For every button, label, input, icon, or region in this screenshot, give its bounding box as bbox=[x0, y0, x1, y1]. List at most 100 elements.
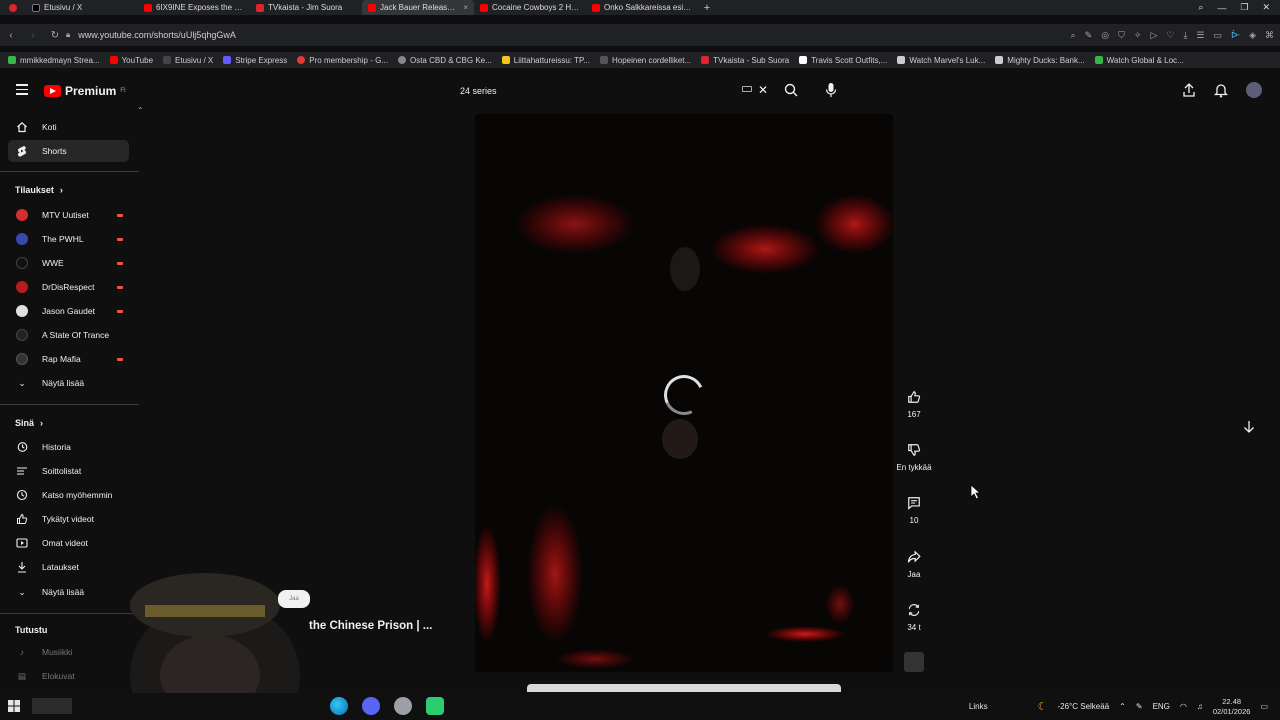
mouse-cursor-icon bbox=[970, 484, 982, 500]
account-avatar[interactable] bbox=[1246, 82, 1262, 98]
keyboard-icon[interactable] bbox=[742, 86, 752, 92]
url-field[interactable]: www.youtube.com/shorts/uUlj5qhgGwA bbox=[78, 30, 236, 40]
comments-button[interactable]: 10 bbox=[896, 496, 932, 525]
browser-tab[interactable]: Onko Salkkareissa esiinty... bbox=[586, 0, 698, 15]
subscription-item[interactable]: Rap Mafia bbox=[8, 348, 129, 370]
sidebar-item-history[interactable]: Historia bbox=[8, 436, 129, 458]
pen-icon[interactable]: ✎ bbox=[1136, 702, 1143, 711]
close-window-button[interactable]: ✕ bbox=[1262, 2, 1270, 13]
microphone-icon[interactable] bbox=[824, 82, 838, 98]
you-heading[interactable]: Sinä › bbox=[15, 418, 43, 428]
subscription-item[interactable]: Jason Gaudet bbox=[8, 300, 129, 322]
close-icon[interactable]: × bbox=[463, 3, 468, 12]
share-button[interactable]: Jaa bbox=[896, 550, 932, 579]
menu-lines-icon[interactable]: ☰ bbox=[1196, 30, 1204, 41]
clock[interactable]: 22.48 02/01/2026 bbox=[1213, 697, 1251, 717]
bookmark[interactable]: Stripe Express bbox=[223, 56, 287, 65]
window-controls: ⌕ — ❐ ✕ bbox=[1198, 0, 1280, 15]
browser-tab[interactable]: Cocaine Cowboys 2 Hustlin... bbox=[474, 0, 586, 15]
search-box[interactable] bbox=[32, 698, 72, 714]
discord-icon[interactable] bbox=[362, 697, 380, 715]
vpn-icon[interactable]: ᐕ bbox=[1231, 30, 1240, 41]
browser-tab-active[interactable]: Jack Bauer Released fr... × bbox=[362, 0, 474, 15]
video-progress-bar[interactable] bbox=[527, 684, 841, 692]
new-tab-button[interactable]: + bbox=[698, 2, 716, 14]
bookmark[interactable]: YouTube bbox=[109, 56, 153, 65]
browser-tab[interactable]: Etusivu / X bbox=[26, 0, 138, 15]
subscription-item[interactable]: The PWHL bbox=[8, 228, 129, 250]
bookmark[interactable]: Mighty Ducks: Bank... bbox=[995, 56, 1085, 65]
like-button[interactable]: 167 bbox=[896, 390, 932, 419]
links-toolbar[interactable]: Links bbox=[969, 702, 988, 711]
bookmark[interactable]: Hopeinen cordelliket... bbox=[600, 56, 691, 65]
volume-icon[interactable]: ♫ bbox=[1197, 702, 1203, 711]
subscription-item[interactable]: A State Of Trance bbox=[8, 324, 129, 346]
shorts-video-player[interactable] bbox=[475, 114, 893, 672]
restore-button[interactable]: ❐ bbox=[1240, 2, 1248, 13]
bookmark[interactable]: Watch Marvel's Luk... bbox=[897, 56, 985, 65]
streaming-app-icon[interactable] bbox=[426, 697, 444, 715]
bookmark[interactable]: Watch Global & Loc... bbox=[1094, 56, 1184, 65]
back-button[interactable]: ‹ bbox=[0, 30, 22, 41]
shield-icon[interactable]: ⛉ bbox=[1118, 30, 1125, 41]
bookmark-label: Etusivu / X bbox=[175, 55, 214, 65]
search-icon[interactable] bbox=[784, 83, 798, 97]
sidebar-item-my-videos[interactable]: Omat videot bbox=[8, 532, 129, 554]
arrow-down-icon[interactable] bbox=[1240, 418, 1258, 436]
subscriptions-heading[interactable]: Tilaukset › bbox=[15, 185, 63, 195]
bookmark[interactable]: Pro membership - G... bbox=[297, 56, 388, 65]
sidebar-item-shorts[interactable]: Shorts bbox=[8, 140, 129, 162]
download-icon[interactable]: ⤓ bbox=[1183, 30, 1187, 41]
wifi-icon[interactable]: ◠ bbox=[1180, 702, 1187, 711]
notification-icon[interactable]: ▭ bbox=[1260, 702, 1268, 711]
browser-tab[interactable]: TVkaista - Jim Suora bbox=[250, 0, 362, 15]
sound-thumbnail[interactable] bbox=[904, 652, 924, 672]
bookmark[interactable]: mmikkedmayn Strea... bbox=[8, 56, 100, 65]
extension-icon[interactable]: ✧ bbox=[1134, 30, 1142, 41]
show-more-subscriptions[interactable]: ⌄ Näytä lisää bbox=[8, 372, 129, 394]
bookmark[interactable]: Etusivu / X bbox=[163, 56, 213, 65]
clear-search-icon[interactable]: ✕ bbox=[758, 83, 768, 97]
lock-icon[interactable]: 🔒︎ bbox=[66, 30, 70, 40]
video-title[interactable]: the Chinese Prison | ... bbox=[309, 620, 432, 632]
windows-start-icon[interactable] bbox=[8, 700, 20, 712]
sidebar-item-liked-videos[interactable]: Tykätyt videot bbox=[8, 508, 129, 530]
play-icon[interactable]: ▷ bbox=[1150, 30, 1157, 41]
dislike-button[interactable]: En tykkää bbox=[896, 443, 932, 472]
sidebar-item-playlists[interactable]: Soittolistat bbox=[8, 460, 129, 482]
sidebar-item-watch-later[interactable]: Katso myöhemmin bbox=[8, 484, 129, 506]
wallet-icon[interactable]: ▭ bbox=[1214, 30, 1223, 41]
search-icon[interactable]: ⌕ bbox=[1071, 30, 1076, 41]
chevron-up-icon[interactable]: ⌃ bbox=[1119, 702, 1126, 711]
subscription-item[interactable]: DrDisRespect bbox=[8, 276, 129, 298]
language-indicator[interactable]: ENG bbox=[1153, 702, 1170, 711]
screenshot-icon[interactable]: ◎ bbox=[1101, 30, 1109, 41]
youtube-premium-logo[interactable]: Premium FI bbox=[44, 84, 126, 98]
upload-icon[interactable] bbox=[1182, 82, 1196, 98]
minimize-button[interactable]: — bbox=[1217, 3, 1226, 13]
forward-button[interactable]: › bbox=[22, 30, 44, 41]
bookmark[interactable]: Travis Scott Outfits,... bbox=[799, 56, 887, 65]
subscription-item[interactable]: MTV Uutiset bbox=[8, 204, 129, 226]
edge-icon[interactable] bbox=[330, 697, 348, 715]
chevron-up-icon[interactable]: ⌃ bbox=[137, 106, 144, 115]
browser-menu-icon[interactable] bbox=[0, 3, 26, 12]
settings-app-icon[interactable] bbox=[394, 697, 412, 715]
edit-icon[interactable]: ✎ bbox=[1085, 30, 1093, 41]
reload-button[interactable]: ↻ bbox=[44, 30, 66, 41]
bell-icon[interactable] bbox=[1214, 82, 1228, 98]
search-tabs-icon[interactable]: ⌕ bbox=[1198, 2, 1203, 13]
bookmark[interactable]: Liittahattureissu: TP... bbox=[501, 56, 590, 65]
subscription-item[interactable]: WWE bbox=[8, 252, 129, 274]
heart-icon[interactable]: ♡ bbox=[1166, 30, 1174, 41]
hamburger-menu-icon[interactable] bbox=[16, 84, 28, 95]
remix-button[interactable]: 34 t bbox=[896, 603, 932, 632]
browser-tab[interactable]: 6IX9INE Exposes the Rap In... bbox=[138, 0, 250, 15]
search-input[interactable]: 24 series ✕ bbox=[452, 80, 774, 102]
sidebar-item-koti[interactable]: Koti bbox=[8, 116, 129, 138]
bookmark[interactable]: Osta CBD & CBG Ke... bbox=[397, 56, 492, 65]
ai-icon[interactable]: ⌘ bbox=[1265, 30, 1274, 41]
bookmark[interactable]: TVkaista - Sub Suora bbox=[701, 56, 789, 65]
weather-label[interactable]: -26°C Selkeää bbox=[1057, 702, 1109, 711]
cube-icon[interactable]: ◈ bbox=[1249, 30, 1256, 41]
